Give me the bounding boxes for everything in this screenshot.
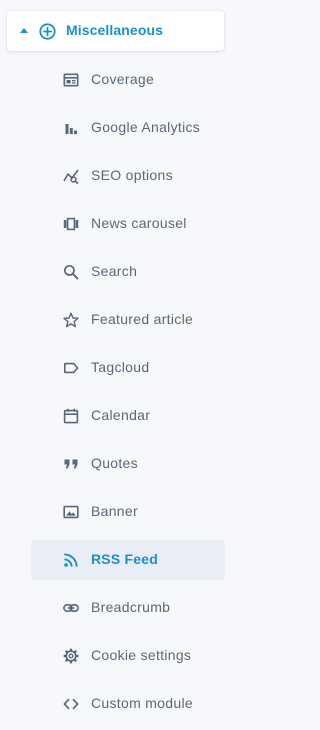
menu-item-label: Coverage [91, 71, 155, 87]
menu-item-rss-feed[interactable]: RSS Feed [31, 540, 225, 580]
caret-up-icon[interactable] [20, 28, 28, 33]
menu-item-label: Cookie settings [91, 647, 192, 663]
rss-icon [63, 552, 79, 568]
menu-item-news-carousel[interactable]: News carousel [31, 204, 225, 244]
menu-item-label: Breadcrumb [91, 599, 171, 615]
menu-item-calendar[interactable]: Calendar [31, 396, 225, 436]
menu-item-label: Banner [91, 503, 138, 519]
quote-icon [63, 456, 79, 472]
coverage-icon [63, 72, 79, 88]
carousel-icon [63, 216, 79, 232]
gear-icon [63, 648, 79, 664]
menu-item-label: Quotes [91, 455, 138, 471]
menu-item-label: News carousel [91, 215, 187, 231]
menu-item-label: Featured article [91, 311, 194, 327]
menu-item-seo-options[interactable]: SEO options [31, 156, 225, 196]
menu-item-search[interactable]: Search [31, 252, 225, 292]
bar-chart-icon [63, 120, 79, 136]
section-header-miscellaneous[interactable]: Miscellaneous [7, 11, 224, 51]
search-icon [63, 264, 79, 280]
menu-item-label: Tagcloud [91, 359, 150, 375]
menu-item-cookie-settings[interactable]: Cookie settings [31, 636, 225, 676]
sidebar-panel: Miscellaneous Coverage Google Analytics … [0, 0, 241, 730]
seo-chart-icon [63, 168, 79, 184]
menu-item-breadcrumb[interactable]: Breadcrumb [31, 588, 225, 628]
menu-item-coverage[interactable]: Coverage [31, 60, 225, 100]
menu-item-google-analytics[interactable]: Google Analytics [31, 108, 225, 148]
add-circle-icon [39, 23, 56, 40]
calendar-icon [63, 408, 79, 424]
menu-item-label: RSS Feed [91, 551, 158, 567]
menu-item-quotes[interactable]: Quotes [31, 444, 225, 484]
menu-item-featured-article[interactable]: Featured article [31, 300, 225, 340]
section-title: Miscellaneous [66, 22, 164, 38]
tag-icon [63, 360, 79, 376]
menu-item-custom-module[interactable]: Custom module [31, 684, 225, 724]
menu-item-label: SEO options [91, 167, 173, 183]
link-icon [63, 600, 79, 616]
image-icon [63, 504, 79, 520]
menu-item-banner[interactable]: Banner [31, 492, 225, 532]
menu-item-tagcloud[interactable]: Tagcloud [31, 348, 225, 388]
menu-item-label: Google Analytics [91, 119, 201, 135]
code-icon [63, 696, 79, 712]
menu-item-label: Search [91, 263, 138, 279]
menu-item-label: Custom module [91, 695, 193, 711]
star-icon [63, 312, 79, 328]
menu-item-label: Calendar [91, 407, 151, 423]
